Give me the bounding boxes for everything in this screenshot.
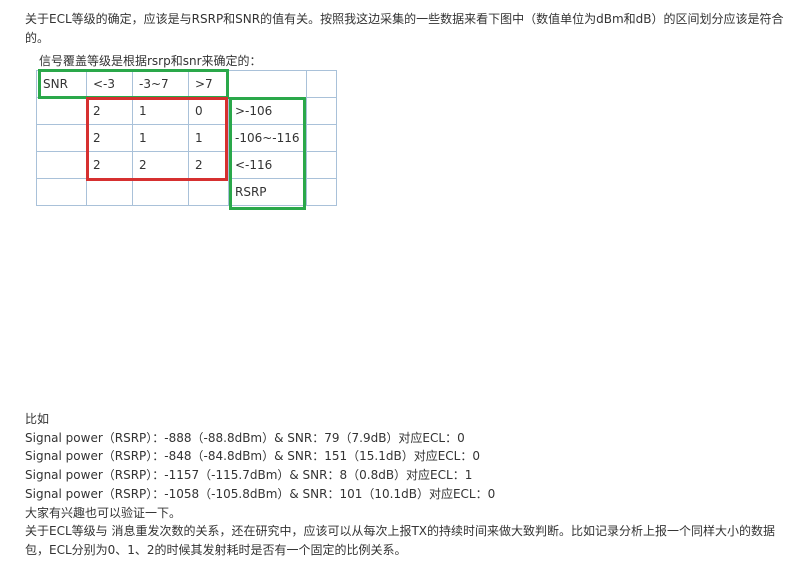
ecl-value-cell: 2 [86, 151, 133, 179]
rsrp-range-cell: >-106 [228, 97, 307, 125]
table-row: 2 2 2 <-116 [36, 151, 337, 179]
ecl-level-table: SNR <-3 -3~7 >7 2 1 0 >-106 2 1 1 -106~-… [36, 70, 337, 206]
table-row-rsrp-label: RSRP [36, 178, 337, 206]
ecl-value-cell: 1 [132, 97, 189, 125]
table-cell [305, 97, 337, 125]
rsrp-range-cell: <-116 [228, 151, 307, 179]
verify-note: 大家有兴趣也可以验证一下。 [25, 505, 182, 520]
ecl-value-cell: 0 [188, 97, 229, 125]
example-line: Signal power（RSRP）：-848（-84.8dBm）& SNR：1… [25, 449, 480, 464]
table-cell [36, 151, 87, 179]
snr-range-cell: <-3 [86, 70, 133, 98]
table-row: 2 1 1 -106~-116 [36, 124, 337, 152]
example-heading: 比如 [25, 412, 50, 426]
snr-range-cell: -3~7 [132, 70, 189, 98]
table-cell [132, 178, 189, 206]
ecl-value-cell: 2 [188, 151, 229, 179]
ecl-value-cell: 2 [86, 124, 133, 152]
table-cell [305, 178, 337, 206]
intro-paragraph: 关于ECL等级的确定，应该是与RSRP和SNR的值有关。按照我这边采集的一些数据… [25, 12, 784, 45]
snr-range-cell: >7 [188, 70, 229, 98]
example-line: Signal power（RSRP）：-1157（-115.7dBm）& SNR… [25, 468, 473, 483]
table-row: 2 1 0 >-106 [36, 97, 337, 125]
table-caption: 信号覆盖等级是根据rsrp和snr来确定的： [39, 54, 262, 68]
example-line: Signal power（RSRP）：-1058（-105.8dBm）& SNR… [25, 486, 496, 501]
table-cell [36, 178, 87, 206]
closing-paragraph: 关于ECL等级与 消息重发次数的关系，还在研究中，应该可以从每次上报TX的持续时… [25, 524, 776, 557]
rsrp-label-cell: RSRP [228, 178, 307, 206]
ecl-value-cell: 1 [132, 124, 189, 152]
ecl-value-cell: 1 [188, 124, 229, 152]
rsrp-range-cell: -106~-116 [228, 124, 307, 152]
example-section: 比如 Signal power（RSRP）：-888（-88.8dBm）& SN… [25, 410, 785, 560]
table-cell [188, 178, 229, 206]
table-cell [305, 124, 337, 152]
snr-label-cell: SNR [36, 70, 87, 98]
table-cell [36, 97, 87, 125]
ecl-value-cell: 2 [132, 151, 189, 179]
ecl-value-cell: 2 [86, 97, 133, 125]
table-cell [228, 70, 307, 98]
table-row-snr-header: SNR <-3 -3~7 >7 [36, 70, 337, 98]
table-cell [305, 70, 337, 98]
table-cell [36, 124, 87, 152]
table-cell [305, 151, 337, 179]
example-line: Signal power（RSRP）：-888（-88.8dBm）& SNR：7… [25, 430, 465, 445]
table-cell [86, 178, 133, 206]
